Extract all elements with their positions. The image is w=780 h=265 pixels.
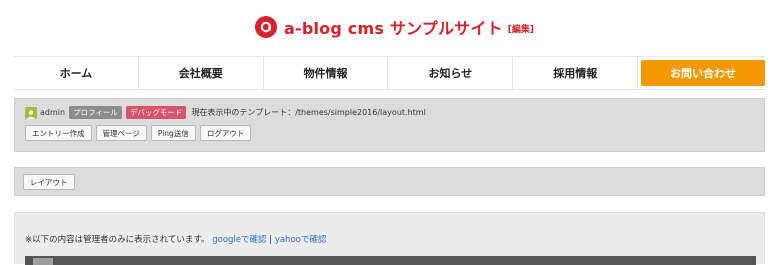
google-confirm-link[interactable]: googleで確認: [212, 235, 266, 245]
admin-confirm-area: ※以下の内容は管理者のみに表示されています。 googleで確認 | yahoo…: [14, 212, 765, 265]
user-name[interactable]: admin: [40, 108, 65, 117]
debug-mode-badge[interactable]: デバッグモード: [125, 106, 187, 119]
nav-item-news[interactable]: お知らせ: [388, 57, 514, 89]
entry-create-button[interactable]: エントリー作成: [25, 125, 92, 141]
link-separator: |: [269, 235, 273, 245]
admin-info-row: admin プロフィール デバッグモード 現在表示中のテンプレート：/theme…: [25, 106, 426, 119]
layout-button[interactable]: レイアウト: [23, 174, 75, 190]
admin-buttons: エントリー作成 管理ページ Ping送信 ログアウト: [25, 125, 252, 141]
nav-item-company[interactable]: 会社概要: [139, 57, 264, 89]
profile-badge[interactable]: プロフィール: [69, 106, 122, 119]
user-icon: [25, 106, 37, 119]
admin-box: admin プロフィール デバッグモード 現在表示中のテンプレート：/theme…: [14, 98, 765, 152]
nav-item-home[interactable]: ホーム: [14, 57, 139, 89]
layout-bar: レイアウト: [14, 167, 765, 196]
global-nav: ホーム 会社概要 物件情報 お知らせ 採用情報 お問い合わせ: [14, 56, 765, 90]
ping-button[interactable]: Ping送信: [150, 125, 196, 141]
nav-item-recruit[interactable]: 採用情報: [513, 57, 639, 89]
confirm-notice-text: ※以下の内容は管理者のみに表示されています。: [25, 235, 210, 245]
confirm-notice: ※以下の内容は管理者のみに表示されています。 googleで確認 | yahoo…: [25, 233, 326, 245]
yahoo-confirm-link[interactable]: yahooで確認: [275, 235, 327, 245]
edit-link[interactable]: [編集]: [508, 22, 534, 35]
nav-item-contact-button[interactable]: お問い合わせ: [641, 60, 765, 86]
site-logo[interactable]: a-blog cms サンプルサイト [編集]: [255, 15, 534, 39]
nav-item-properties[interactable]: 物件情報: [264, 57, 389, 89]
a-blog-logo-icon: [255, 16, 277, 38]
site-header: a-blog cms サンプルサイト [編集]: [0, 0, 780, 50]
template-path-text: 現在表示中のテンプレート：/themes/simple2016/layout.h…: [191, 108, 426, 117]
admin-page-button[interactable]: 管理ページ: [95, 125, 147, 141]
logout-button[interactable]: ログアウト: [199, 125, 252, 141]
site-title[interactable]: a-blog cms サンプルサイト: [284, 15, 503, 39]
